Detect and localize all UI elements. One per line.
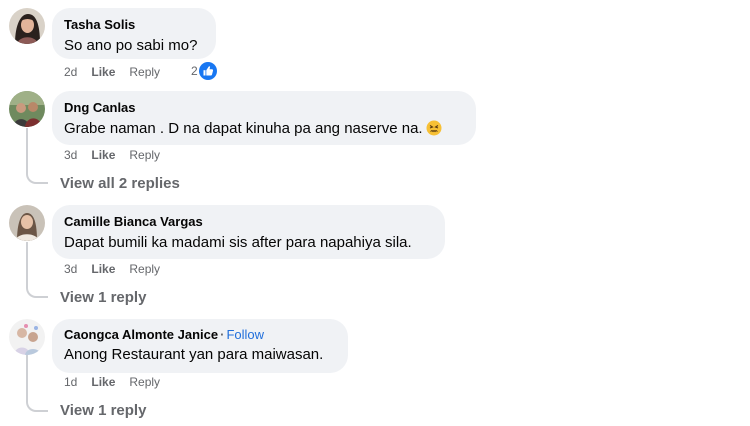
comment-author[interactable]: Caongca Almonte Janice [64,327,218,343]
comment-bubble: Camille Bianca Vargas Dapat bumili ka ma… [52,205,445,259]
comment-timestamp[interactable]: 1d [64,375,77,389]
reaction-count: 2 [191,64,198,78]
avatar[interactable] [9,91,45,127]
reply-button[interactable]: Reply [129,262,160,276]
comment-actions: 1d Like Reply [64,374,160,390]
comment-actions: 2d Like Reply [64,64,160,80]
comment-bubble: Dng Canlas Grabe naman . D na dapat kinu… [52,91,476,145]
avatar-photo [9,319,45,355]
comment-actions: 3d Like Reply [64,147,160,163]
comment-timestamp[interactable]: 3d [64,148,77,162]
avatar[interactable] [9,8,45,44]
confounded-face-emoji [426,120,442,136]
comment-author[interactable]: Camille Bianca Vargas [64,214,203,230]
avatar-photo [9,8,45,44]
like-button[interactable]: Like [91,375,115,389]
thread-connector [26,286,48,298]
view-replies-link[interactable]: View 1 reply [60,401,146,421]
avatar-photo [9,205,45,241]
comment-timestamp[interactable]: 3d [64,262,77,276]
like-button[interactable]: Like [91,65,115,79]
avatar[interactable] [9,319,45,355]
comment-author[interactable]: Dng Canlas [64,100,136,116]
thread-line [26,128,28,173]
reaction-summary[interactable]: 2 [191,62,217,80]
view-replies-link[interactable]: View 1 reply [60,288,146,308]
reply-button[interactable]: Reply [129,375,160,389]
thread-connector [26,172,48,184]
avatar-photo [9,91,45,127]
comment-bubble: Caongca Almonte Janice · Follow Anong Rest… [52,319,348,373]
comment-text: Dapat bumili ka madami sis after para na… [64,234,412,251]
comment-text: Anong Restaurant yan para maiwasan. [64,346,324,363]
comment-timestamp[interactable]: 2d [64,65,77,79]
comment-text-content: Grabe naman . D na dapat kinuha pa ang n… [64,120,423,137]
avatar[interactable] [9,205,45,241]
thread-connector [26,400,48,412]
like-reaction-icon [198,62,217,80]
follow-button[interactable]: Follow [226,327,264,342]
comment-header: Caongca Almonte Janice · Follow [64,327,336,343]
separator-dot: · [220,327,225,342]
comment-text: So ano po sabi mo? [64,37,198,54]
comment-actions: 3d Like Reply [64,261,160,277]
view-replies-link[interactable]: View all 2 replies [60,174,180,194]
thread-line [26,355,28,401]
comment-author[interactable]: Tasha Solis [64,17,135,33]
thread-line [26,242,28,287]
comment-bubble: Tasha Solis So ano po sabi mo? [52,8,216,59]
reply-button[interactable]: Reply [129,148,160,162]
like-button[interactable]: Like [91,148,115,162]
comment-text: Grabe naman . D na dapat kinuha pa ang n… [64,119,464,139]
reply-button[interactable]: Reply [129,65,160,79]
like-button[interactable]: Like [91,262,115,276]
